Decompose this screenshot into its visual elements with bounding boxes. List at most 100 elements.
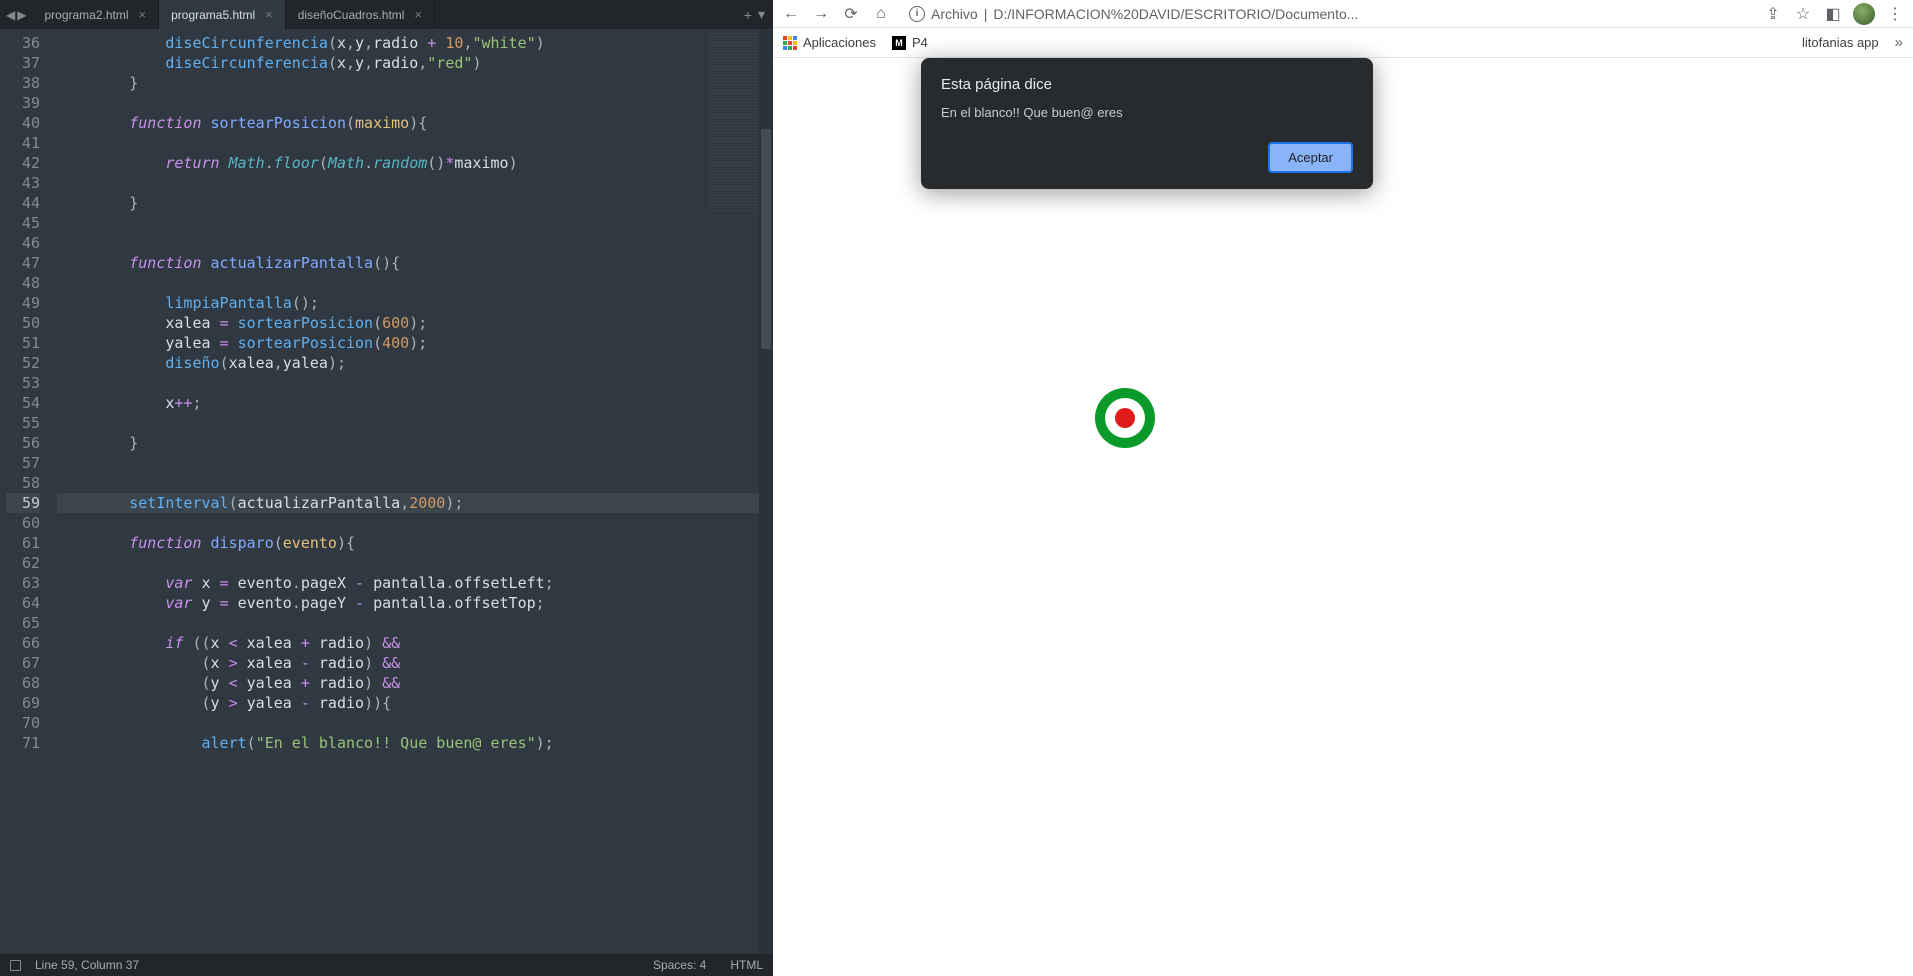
syntax-setting[interactable]: HTML — [730, 958, 763, 972]
code-line[interactable] — [57, 373, 773, 393]
line-number[interactable]: 69 — [6, 693, 40, 713]
line-number[interactable]: 49 — [6, 293, 40, 313]
code-line[interactable] — [57, 413, 773, 433]
line-number[interactable]: 58 — [6, 473, 40, 493]
code-line[interactable] — [57, 473, 773, 493]
code-line[interactable]: alert("En el blanco!! Que buen@ eres"); — [57, 733, 773, 753]
code-line[interactable]: diseCircunferencia(x,y,radio,"red") — [57, 53, 773, 73]
alert-accept-button[interactable]: Aceptar — [1268, 142, 1353, 173]
code-line[interactable] — [57, 553, 773, 573]
new-tab-icon[interactable]: + — [744, 7, 752, 23]
line-number[interactable]: 65 — [6, 613, 40, 633]
code-line[interactable]: (x > xalea - radio) && — [57, 653, 773, 673]
code-line[interactable]: function disparo(evento){ — [57, 533, 773, 553]
code-line[interactable] — [57, 133, 773, 153]
kebab-menu-icon[interactable]: ⋮ — [1885, 4, 1905, 24]
line-number[interactable]: 55 — [6, 413, 40, 433]
code-line[interactable]: } — [57, 193, 773, 213]
line-number[interactable]: 43 — [6, 173, 40, 193]
bookmark-p4[interactable]: M P4 — [892, 35, 928, 50]
profile-avatar[interactable] — [1853, 3, 1875, 25]
bookmark-star-icon[interactable]: ☆ — [1793, 4, 1813, 24]
code-line[interactable]: function sortearPosicion(maximo){ — [57, 113, 773, 133]
line-number[interactable]: 70 — [6, 713, 40, 733]
tab-back-icon[interactable]: ◀ — [6, 8, 15, 22]
bookmark-apps[interactable]: Aplicaciones — [783, 35, 876, 50]
line-number[interactable]: 52 — [6, 353, 40, 373]
code-line[interactable] — [57, 233, 773, 253]
line-number[interactable]: 41 — [6, 133, 40, 153]
code-line[interactable]: } — [57, 433, 773, 453]
close-icon[interactable]: × — [414, 7, 422, 22]
line-number[interactable]: 44 — [6, 193, 40, 213]
home-icon[interactable]: ⌂ — [871, 4, 891, 24]
address-bar[interactable]: i Archivo | D:/INFORMACION%20DAVID/ESCRI… — [901, 3, 1753, 25]
line-number[interactable]: 61 — [6, 533, 40, 553]
site-info-icon[interactable]: i — [909, 6, 925, 22]
line-number[interactable]: 60 — [6, 513, 40, 533]
code-line[interactable]: (y < yalea + radio) && — [57, 673, 773, 693]
bookmark-litofanias[interactable]: litofanias app — [1802, 35, 1879, 50]
code-line[interactable]: if ((x < xalea + radio) && — [57, 633, 773, 653]
code-line[interactable] — [57, 613, 773, 633]
code-line[interactable] — [57, 173, 773, 193]
forward-icon[interactable]: → — [811, 4, 831, 24]
line-number[interactable]: 39 — [6, 93, 40, 113]
line-number[interactable]: 59 — [6, 493, 40, 513]
minimap[interactable] — [709, 33, 757, 213]
share-icon[interactable]: ⇪ — [1763, 4, 1783, 24]
code-line[interactable]: yalea = sortearPosicion(400); — [57, 333, 773, 353]
page-viewport[interactable]: Esta página dice En el blanco!! Que buen… — [773, 58, 1913, 976]
editor-scrollbar-thumb[interactable] — [761, 129, 771, 349]
line-number[interactable]: 37 — [6, 53, 40, 73]
line-number[interactable]: 42 — [6, 153, 40, 173]
code-line[interactable] — [57, 713, 773, 733]
line-number[interactable]: 53 — [6, 373, 40, 393]
indent-setting[interactable]: Spaces: 4 — [653, 958, 706, 972]
back-icon[interactable]: ← — [781, 4, 801, 24]
sidepanel-icon[interactable]: ◧ — [1823, 4, 1843, 24]
code-line[interactable]: limpiaPantalla(); — [57, 293, 773, 313]
line-number[interactable]: 68 — [6, 673, 40, 693]
panel-icon[interactable] — [10, 960, 21, 971]
code-line[interactable]: function actualizarPantalla(){ — [57, 253, 773, 273]
code-line[interactable]: diseño(xalea,yalea); — [57, 353, 773, 373]
code-line[interactable] — [57, 213, 773, 233]
line-number[interactable]: 40 — [6, 113, 40, 133]
code-line[interactable]: var y = evento.pageY - pantalla.offsetTo… — [57, 593, 773, 613]
line-number[interactable]: 48 — [6, 273, 40, 293]
code-line[interactable]: diseCircunferencia(x,y,radio + 10,"white… — [57, 33, 773, 53]
code-content[interactable]: diseCircunferencia(x,y,radio + 10,"white… — [51, 29, 773, 954]
line-number[interactable]: 46 — [6, 233, 40, 253]
code-line[interactable] — [57, 93, 773, 113]
cursor-position[interactable]: Line 59, Column 37 — [35, 958, 139, 972]
line-number[interactable]: 66 — [6, 633, 40, 653]
code-line[interactable]: return Math.floor(Math.random()*maximo) — [57, 153, 773, 173]
editor-scrollbar[interactable] — [759, 29, 773, 954]
close-icon[interactable]: × — [139, 7, 147, 22]
line-number[interactable]: 36 — [6, 33, 40, 53]
tab-menu-icon[interactable]: ▾ — [758, 6, 765, 23]
line-number-gutter[interactable]: 3637383940414243444546474849505152535455… — [6, 29, 48, 954]
code-line[interactable] — [57, 513, 773, 533]
line-number[interactable]: 56 — [6, 433, 40, 453]
code-line[interactable]: xalea = sortearPosicion(600); — [57, 313, 773, 333]
line-number[interactable]: 71 — [6, 733, 40, 753]
code-line[interactable]: x++; — [57, 393, 773, 413]
close-icon[interactable]: × — [265, 7, 273, 22]
code-line[interactable] — [57, 273, 773, 293]
code-line[interactable]: (y > yalea - radio)){ — [57, 693, 773, 713]
tab-programa5-html[interactable]: programa5.html× — [159, 0, 286, 29]
tab-forward-icon[interactable]: ▶ — [17, 8, 26, 22]
tab-dise-oCuadros-html[interactable]: diseñoCuadros.html× — [286, 0, 435, 29]
reload-icon[interactable]: ⟳ — [841, 4, 861, 24]
code-line[interactable]: var x = evento.pageX - pantalla.offsetLe… — [57, 573, 773, 593]
line-number[interactable]: 50 — [6, 313, 40, 333]
tab-programa2-html[interactable]: programa2.html× — [32, 0, 159, 29]
line-number[interactable]: 51 — [6, 333, 40, 353]
code-line[interactable]: setInterval(actualizarPantalla,2000); — [57, 493, 773, 513]
target-graphic[interactable] — [1095, 388, 1155, 448]
line-number[interactable]: 57 — [6, 453, 40, 473]
line-number[interactable]: 62 — [6, 553, 40, 573]
code-line[interactable] — [57, 453, 773, 473]
